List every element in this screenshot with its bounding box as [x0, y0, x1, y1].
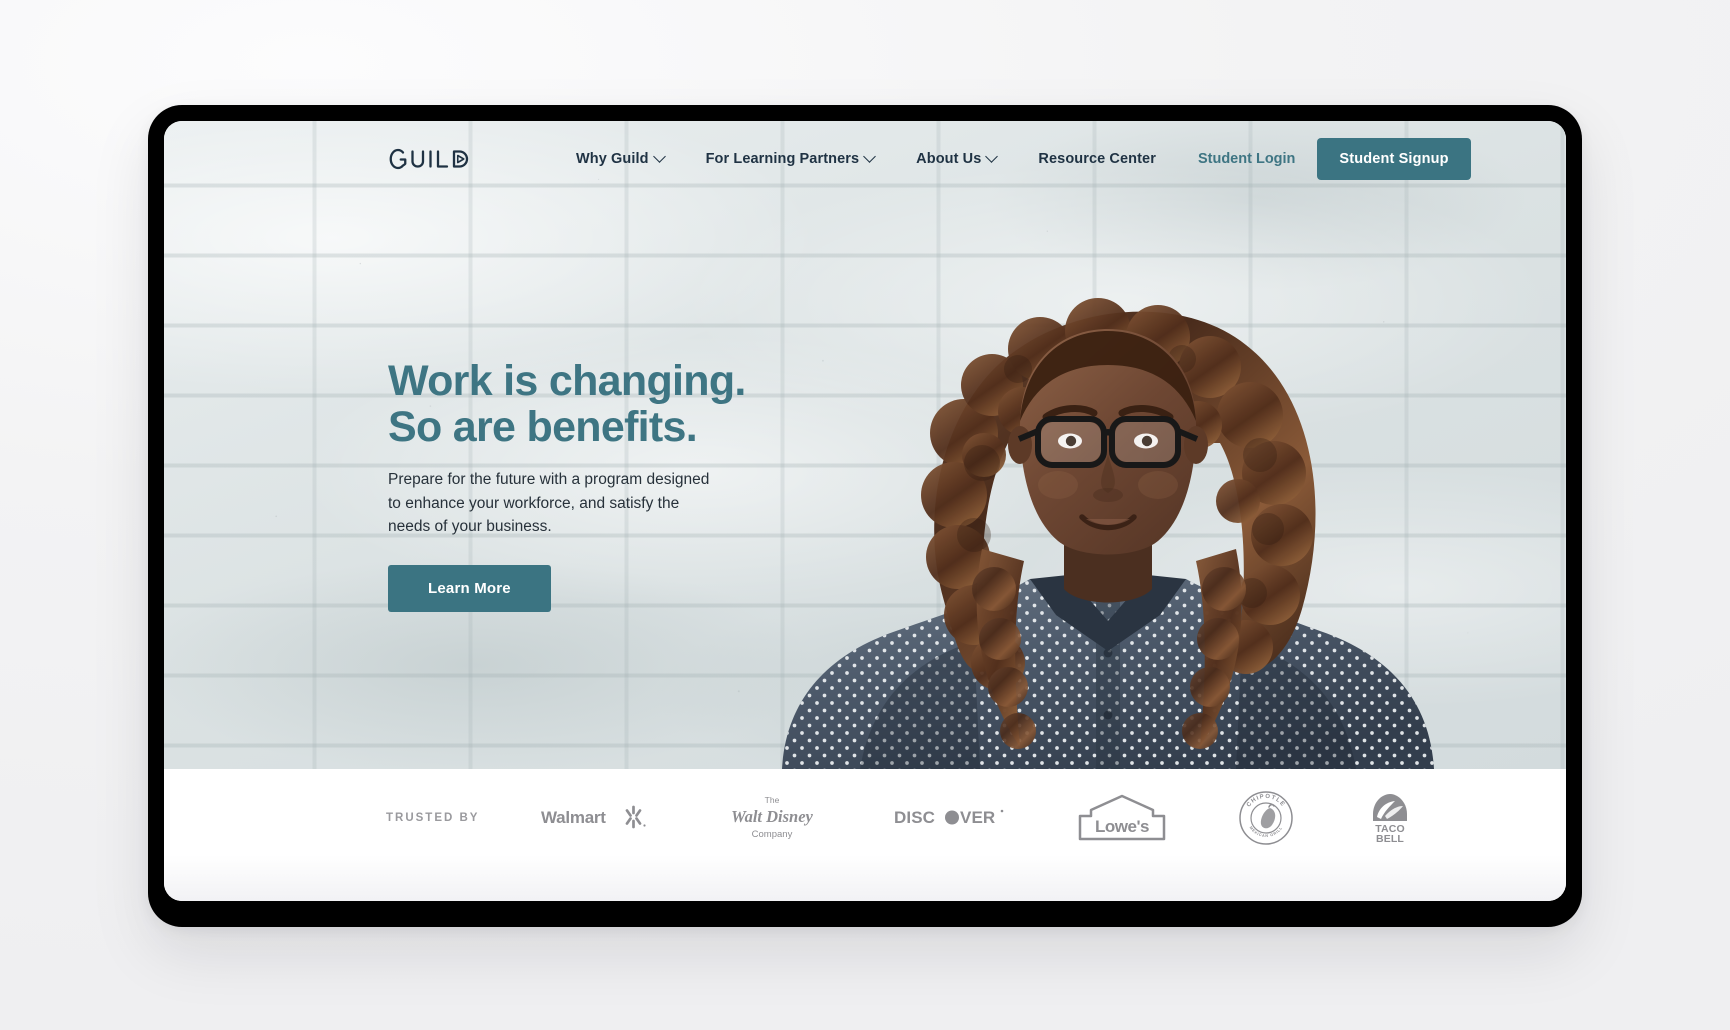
trusted-by-row: TRUSTED BY Walmart The Walt Disney Compa…: [164, 769, 1566, 867]
student-login-link[interactable]: Student Login: [1198, 151, 1295, 167]
svg-text:DISC: DISC: [894, 808, 935, 827]
nav-label: Why Guild: [576, 151, 649, 167]
brick-wall-background: [164, 121, 1566, 769]
logo-discover: DISC VER: [894, 788, 1006, 848]
chevron-down-icon: [863, 149, 877, 163]
walt-disney-company-logo-icon: The Walt Disney Company: [731, 795, 813, 840]
guild-wordmark-icon: [389, 148, 469, 170]
logo-chipotle: CHIPOTLE MEXICAN GRILL: [1238, 788, 1294, 848]
logo-walt-disney-company: The Walt Disney Company: [720, 788, 824, 848]
nav-item-why-guild[interactable]: Why Guild: [576, 141, 666, 177]
chevron-down-icon: [985, 149, 999, 163]
nav-item-resource-center[interactable]: Resource Center: [1038, 141, 1156, 177]
svg-text:Walmart: Walmart: [541, 808, 606, 827]
logo-walmart: Walmart: [541, 788, 649, 848]
svg-text:Company: Company: [751, 829, 792, 840]
chevron-down-icon: [652, 149, 666, 163]
svg-text:VER: VER: [960, 808, 995, 827]
device-frame: Why Guild For Learning Partners About Us…: [148, 105, 1582, 927]
hero-headline-line-2: So are benefits.: [388, 402, 698, 451]
walmart-logo-icon: Walmart: [541, 805, 647, 829]
guild-logo[interactable]: [388, 146, 474, 172]
play-triangle-icon: [456, 154, 465, 164]
lowes-logo-icon: Lowe's: [1078, 794, 1166, 841]
student-signup-button[interactable]: Student Signup: [1317, 138, 1471, 180]
nav-links: Why Guild For Learning Partners About Us…: [576, 138, 1471, 180]
learn-more-button[interactable]: Learn More: [388, 564, 551, 612]
trusted-by-label: TRUSTED BY: [386, 812, 480, 824]
discover-logo-icon: DISC VER: [894, 808, 1003, 827]
trusted-by-section: TRUSTED BY Walmart The Walt Disney Compa…: [164, 769, 1566, 901]
nav-label: Resource Center: [1038, 151, 1156, 167]
nav-item-for-learning-partners[interactable]: For Learning Partners: [705, 141, 877, 177]
svg-text:BELL: BELL: [1376, 833, 1404, 845]
nav-label: For Learning Partners: [705, 151, 860, 167]
partner-logos: Walmart The Walt Disney Company DISC VER…: [541, 788, 1416, 848]
hero-headline: Work is changing. So are benefits.: [388, 357, 788, 451]
device-screen: Why Guild For Learning Partners About Us…: [164, 121, 1566, 901]
main-navigation: Why Guild For Learning Partners About Us…: [164, 121, 1566, 197]
svg-text:Walt Disney: Walt Disney: [731, 807, 813, 826]
svg-text:Lowe's: Lowe's: [1095, 817, 1149, 836]
nav-label: About Us: [916, 151, 982, 167]
taco-bell-logo-icon: TACO BELL: [1372, 794, 1407, 845]
hero-copy: Work is changing. So are benefits. Prepa…: [388, 357, 788, 612]
chipotle-logo-icon: CHIPOTLE MEXICAN GRILL: [1239, 791, 1293, 845]
hero-section: Why Guild For Learning Partners About Us…: [164, 121, 1566, 769]
svg-text:The: The: [764, 795, 779, 805]
logo-lowes: Lowe's: [1076, 788, 1168, 848]
logo-taco-bell: TACO BELL: [1364, 788, 1416, 848]
nav-item-about-us[interactable]: About Us: [916, 141, 999, 177]
hero-subcopy: Prepare for the future with a program de…: [388, 471, 710, 536]
hero-headline-line-1: Work is changing.: [388, 357, 746, 405]
